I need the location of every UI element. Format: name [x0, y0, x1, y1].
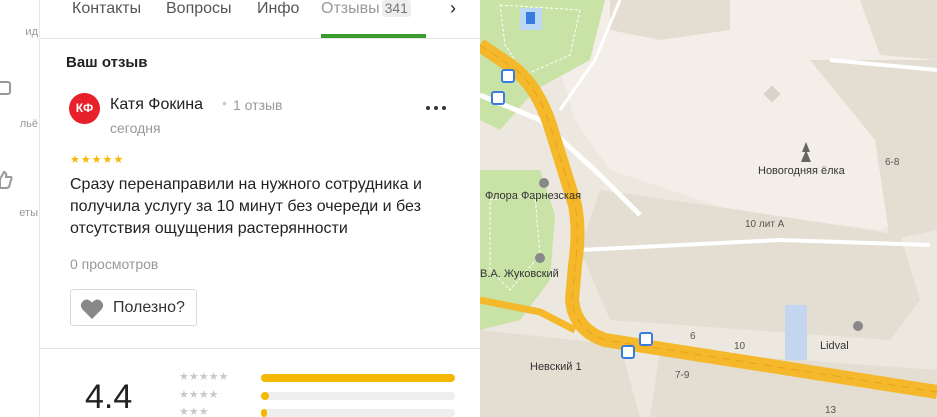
useful-button[interactable]: Полезно? — [70, 289, 197, 326]
gallery-icon — [0, 81, 11, 95]
sidebar-item-gallery[interactable]: льё — [0, 118, 38, 130]
map-label[interactable]: Флора Фарнезская — [485, 190, 581, 202]
review-author-name[interactable]: Катя Фокина — [110, 96, 203, 114]
active-tab-indicator — [321, 34, 426, 38]
separator-dot: • — [222, 95, 227, 111]
more-dots-icon — [426, 106, 430, 110]
distribution-bar — [261, 374, 455, 382]
author-review-count: 1 отзыв — [233, 97, 283, 113]
tab-contacts[interactable]: Контакты — [72, 0, 141, 17]
thumbs-up-icon — [0, 170, 13, 189]
map-label[interactable]: Lidval — [820, 340, 849, 352]
more-dots-icon — [434, 106, 438, 110]
left-sidebar: ид льё еты — [0, 0, 40, 417]
map-label: 6-8 — [885, 157, 900, 168]
map-canvas[interactable] — [480, 0, 937, 417]
distribution-fill — [261, 374, 455, 382]
map-label[interactable]: В.А. Жуковский — [480, 268, 559, 280]
rating-distribution-row: ★★★★★ — [179, 371, 459, 386]
map-label: 6 — [690, 331, 696, 342]
more-options-button[interactable] — [422, 97, 450, 117]
map-label[interactable]: Невский 1 — [530, 361, 582, 373]
map-label[interactable]: Новогодняя ёлка — [758, 165, 845, 177]
divider — [40, 348, 480, 349]
chevron-right-icon[interactable]: › — [450, 0, 456, 19]
business-card-panel: Контакты Вопросы Инфо Отзывы 341 › Ваш от… — [40, 0, 480, 417]
map-label: 7-9 — [675, 370, 690, 381]
sidebar-item-label: льё — [19, 118, 38, 130]
section-title: Ваш отзыв — [66, 54, 148, 71]
review-stars: ★★★★★ — [70, 154, 125, 166]
map-label: 13 — [825, 405, 837, 416]
rating-value: 4.4 — [85, 378, 133, 416]
sidebar-item-tips[interactable]: еты — [0, 207, 38, 219]
distribution-stars: ★★★ — [179, 406, 209, 417]
distribution-stars: ★★★★★ — [179, 371, 229, 383]
map-label: 10 — [734, 341, 746, 352]
distribution-stars: ★★★★ — [179, 389, 219, 401]
distribution-bar — [261, 392, 455, 400]
sidebar-item-label: ид — [25, 26, 38, 38]
reviews-count-badge: 341 — [381, 0, 411, 17]
rating-distribution-row: ★★★ — [179, 406, 459, 417]
tab-bar: Контакты Вопросы Инфо Отзывы 341 › — [40, 0, 480, 39]
review-date: сегодня — [110, 120, 161, 136]
useful-label: Полезно? — [113, 299, 185, 316]
rating-distribution-row: ★★★★ — [179, 389, 459, 404]
heart-icon — [80, 299, 104, 319]
distribution-bar — [261, 409, 455, 417]
sidebar-item-guide[interactable]: ид — [0, 26, 38, 38]
tab-reviews[interactable]: Отзывы 341 — [321, 0, 411, 17]
map-view[interactable]: Новогодняя ёлка Флора Фарнезская В.А. Жу… — [480, 0, 937, 417]
review-text: Сразу перенаправили на нужного сотрудник… — [70, 176, 422, 237]
review-views: 0 просмотров — [70, 256, 159, 272]
tab-questions[interactable]: Вопросы — [166, 0, 232, 17]
more-dots-icon — [442, 106, 446, 110]
distribution-fill — [261, 409, 267, 417]
sidebar-item-label: еты — [19, 207, 38, 219]
avatar[interactable]: КФ — [69, 93, 100, 124]
map-label: 10 лит А — [745, 219, 785, 230]
distribution-fill — [261, 392, 269, 400]
tab-info[interactable]: Инфо — [257, 0, 299, 17]
